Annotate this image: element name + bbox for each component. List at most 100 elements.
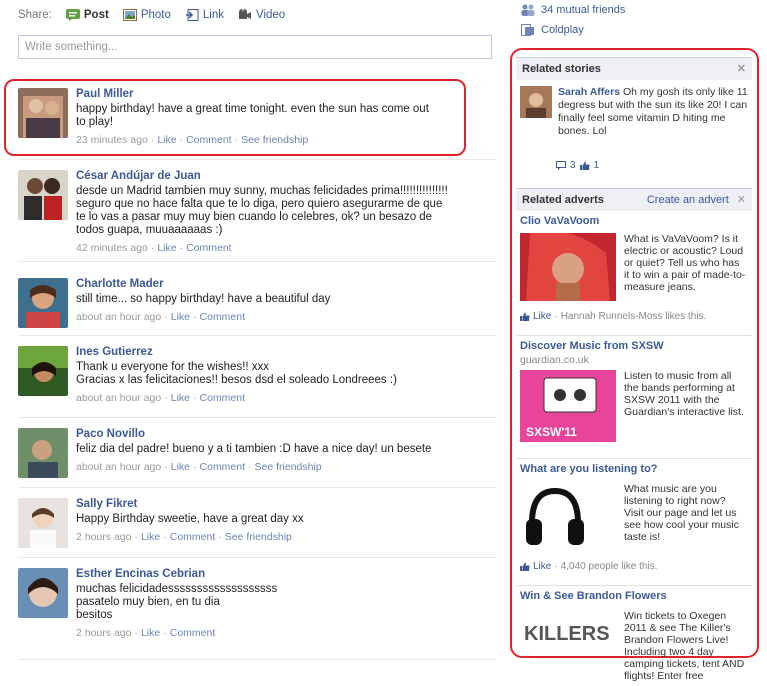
related-stories-title: Related stories <box>522 63 601 75</box>
post-author[interactable]: Paul Miller <box>76 88 486 100</box>
see-friendship-link[interactable]: See friendship <box>255 461 322 473</box>
avatar[interactable] <box>18 88 68 138</box>
see-friendship-link[interactable]: See friendship <box>241 134 308 146</box>
avatar[interactable] <box>18 346 68 396</box>
post-time[interactable]: about an hour ago <box>76 311 161 323</box>
post-author[interactable]: Esther Encinas Cebrian <box>76 568 486 580</box>
avatar[interactable] <box>18 170 68 220</box>
post-time[interactable]: 2 hours ago <box>76 531 131 543</box>
advert-clio[interactable]: Clio VaVaVoom What is VaVaVoom? Is it el… <box>516 211 752 336</box>
page-link-label: Coldplay <box>541 24 584 36</box>
close-icon[interactable]: ✕ <box>737 189 746 211</box>
like-count[interactable]: 1 <box>594 160 600 171</box>
thumbs-up-icon <box>520 312 530 321</box>
post-icon <box>65 9 80 21</box>
create-advert-link[interactable]: Create an advert <box>647 189 729 211</box>
advert-image-label: KILLERS <box>524 623 610 645</box>
comment-link[interactable]: Comment <box>200 392 246 404</box>
like-link[interactable]: Like <box>171 392 190 404</box>
advert-title[interactable]: Win & See Brandon Flowers <box>520 590 752 602</box>
post-meta: 2 hours ago · Like · Comment <box>76 627 216 639</box>
comment-count[interactable]: 3 <box>570 160 576 171</box>
post-author[interactable]: Paco Novillo <box>76 428 486 440</box>
post-time[interactable]: 2 hours ago <box>76 627 131 639</box>
avatar[interactable] <box>18 428 68 478</box>
advert-listening[interactable]: What are you listening to? What music ar… <box>516 459 752 586</box>
post-author[interactable]: Sally Fikret <box>76 498 486 510</box>
wall-post: Paco Novillo feliz dia del padre! bueno … <box>18 420 496 488</box>
comment-link[interactable]: Comment <box>170 531 216 543</box>
story-counts: 3 1 <box>556 160 599 171</box>
see-friendship-link[interactable]: See friendship <box>225 531 292 543</box>
share-photo-label: Photo <box>140 9 171 21</box>
advert-like-link[interactable]: Like <box>533 561 551 572</box>
mutual-friends-text: 34 mutual friends <box>541 4 626 16</box>
post-meta: about an hour ago · Like · Comment <box>76 392 246 404</box>
post-meta: 2 hours ago · Like · Comment · See friendship <box>76 531 292 543</box>
avatar[interactable] <box>18 278 68 328</box>
comment-link[interactable]: Comment <box>200 311 246 323</box>
status-input[interactable]: Write something... <box>18 35 492 59</box>
avatar[interactable] <box>18 568 68 618</box>
page-link-coldplay[interactable]: Coldplay <box>521 20 625 40</box>
post-author[interactable]: César Andújar de Juan <box>76 170 486 182</box>
post-message: desde un Madrid tambien muy sunny, mucha… <box>76 185 448 236</box>
advert-text: What is VaVaVoom? Is it electric or acou… <box>624 233 746 293</box>
story-author[interactable]: Sarah Affers <box>558 86 620 98</box>
advert-image[interactable]: SXSW'11 <box>520 370 616 442</box>
advert-image[interactable]: KILLERS <box>520 610 616 650</box>
share-bar: Share: Post Photo Link Video <box>18 9 285 21</box>
comment-link[interactable]: Comment <box>170 627 216 639</box>
post-author[interactable]: Ines Gutierrez <box>76 346 486 358</box>
post-meta: 23 minutes ago · Like · Comment · See friendsh… <box>76 134 309 146</box>
post-time[interactable]: 42 minutes ago <box>76 242 148 254</box>
share-photo-button[interactable]: Photo <box>122 9 171 21</box>
advert-killers[interactable]: Win & See Brandon Flowers KILLERS Win ti… <box>516 586 752 686</box>
like-link[interactable]: Like <box>141 627 160 639</box>
wall-post: Esther Encinas Cebrian muchas felicidade… <box>18 560 496 660</box>
like-link[interactable]: Like <box>157 242 176 254</box>
headphones-icon[interactable] <box>520 483 590 553</box>
like-link[interactable]: Like <box>141 531 160 543</box>
share-link-button[interactable]: Link <box>185 9 224 21</box>
post-message: still time... so happy birthday! have a … <box>76 293 331 305</box>
comment-link[interactable]: Comment <box>186 242 232 254</box>
avatar[interactable] <box>520 86 552 118</box>
share-post-button[interactable]: Post <box>65 9 109 21</box>
post-author[interactable]: Charlotte Mader <box>76 278 486 290</box>
advert-image[interactable] <box>520 233 616 301</box>
post-time[interactable]: about an hour ago <box>76 392 161 404</box>
wall-post: César Andújar de Juan desde un Madrid ta… <box>18 162 496 262</box>
post-message: happy birthday! have a great time tonigh… <box>76 103 429 128</box>
avatar[interactable] <box>18 498 68 548</box>
story-text: Sarah Affers Oh my gosh its only like 11… <box>558 86 748 162</box>
like-link[interactable]: Like <box>157 134 176 146</box>
advert-text: What music are you listening to right no… <box>624 483 739 543</box>
profile-meta: 34 mutual friends Coldplay <box>521 0 625 40</box>
post-message: Thank u everyone for the wishes!! xxx Gr… <box>76 361 397 386</box>
mutual-friends-link[interactable]: 34 mutual friends <box>521 0 625 20</box>
comment-link[interactable]: Comment <box>186 134 232 146</box>
share-link-label: Link <box>202 9 224 21</box>
advert-title[interactable]: Clio VaVaVoom <box>520 215 752 227</box>
advert-domain: guardian.co.uk <box>520 354 589 366</box>
like-link[interactable]: Like <box>171 311 190 323</box>
post-meta: 42 minutes ago · Like · Comment <box>76 242 232 254</box>
share-post-label: Post <box>83 9 109 21</box>
advert-like-row: Like · 4,040 people like this. <box>520 561 657 572</box>
advert-sxsw[interactable]: Discover Music from SXSW guardian.co.uk … <box>516 336 752 459</box>
advert-like-text: 4,040 people like this. <box>560 561 658 572</box>
close-icon[interactable]: ✕ <box>737 58 746 80</box>
wall-post: Paul Miller happy birthday! have a great… <box>18 80 496 160</box>
right-sidebar: Related stories ✕ Sarah Affers Oh my gos… <box>516 57 752 686</box>
like-link[interactable]: Like <box>171 461 190 473</box>
advert-title[interactable]: What are you listening to? <box>520 463 752 475</box>
share-video-button[interactable]: Video <box>238 9 285 21</box>
advert-title[interactable]: Discover Music from SXSW <box>520 340 752 352</box>
advert-image-label: SXSW'11 <box>526 425 577 439</box>
post-time[interactable]: about an hour ago <box>76 461 161 473</box>
advert-like-text: Hannah Runnels-Moss likes this. <box>560 311 707 322</box>
advert-like-link[interactable]: Like <box>533 311 551 322</box>
post-time[interactable]: 23 minutes ago <box>76 134 148 146</box>
comment-link[interactable]: Comment <box>200 461 246 473</box>
